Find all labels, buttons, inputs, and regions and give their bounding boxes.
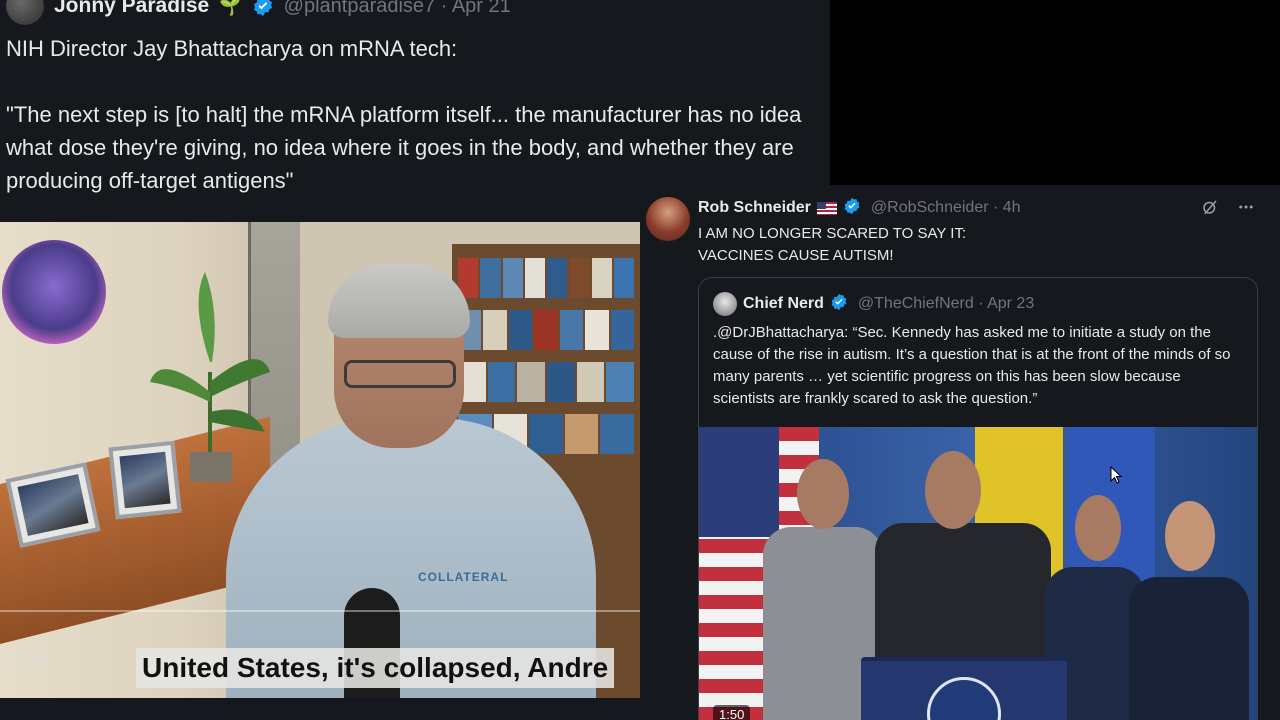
avatar[interactable] <box>6 0 44 25</box>
photo-frame <box>108 440 182 520</box>
author-name[interactable]: Rob Schneider <box>698 199 811 217</box>
more-options-icon[interactable] <box>1236 197 1256 217</box>
verified-badge-icon <box>843 197 865 219</box>
podium <box>861 657 1067 720</box>
video-timestamp: 3:20 <box>8 650 47 672</box>
video-person-head <box>1075 495 1121 561</box>
video-progress-bar[interactable] <box>0 610 640 612</box>
hhs-seal-icon <box>927 677 1001 720</box>
video-caption: United States, it's collapsed, Andre <box>136 648 615 688</box>
verified-badge-icon <box>830 293 852 315</box>
video-timestamp: 1:50 <box>713 705 751 720</box>
avatar[interactable] <box>713 292 737 316</box>
quoted-tweet[interactable]: Chief Nerd @TheChiefNerd · Apr 23 .@DrJB… <box>698 277 1258 720</box>
us-flag-icon <box>816 201 837 215</box>
author-name[interactable]: Chief Nerd <box>743 295 824 313</box>
tweet-actions <box>1200 197 1256 217</box>
right-tweet: Rob Schneider @RobSchneider · 4h I AM NO… <box>640 185 1280 720</box>
quoted-tweet-header: Chief Nerd @TheChiefNerd · Apr 23 <box>713 292 1034 316</box>
mouse-cursor-icon <box>1110 466 1123 484</box>
sprout-icon: 🌱 <box>219 0 242 16</box>
hoodie-text: COLLATERAL <box>418 570 509 584</box>
left-tweet-header: Jonny Paradise 🌱 @plantparadise7 · Apr 2… <box>6 0 511 25</box>
verified-badge-icon <box>252 0 274 17</box>
video-person-head <box>797 459 849 529</box>
video-player[interactable]: COLLATERAL 3:20 United States, it's coll… <box>0 222 640 698</box>
handle-and-time[interactable]: @plantparadise7 · Apr 21 <box>284 0 511 18</box>
grok-icon[interactable] <box>1200 197 1220 217</box>
video-speaker-head <box>925 451 981 529</box>
tweet-text: I AM NO LONGER SCARED TO SAY IT: VACCINE… <box>698 225 967 264</box>
quoted-tweet-text: .@DrJBhattacharya: “Sec. Kennedy has ask… <box>713 324 1231 407</box>
tweet-text: NIH Director Jay Bhattacharya on mRNA te… <box>6 36 802 193</box>
handle-and-time[interactable]: @RobSchneider · 4h <box>871 199 1021 217</box>
right-tweet-header: Rob Schneider @RobSchneider · 4h <box>698 197 1021 219</box>
author-name[interactable]: Jonny Paradise <box>54 0 209 18</box>
video-person <box>1129 577 1249 720</box>
avatar[interactable] <box>646 197 690 241</box>
handle-and-time[interactable]: @TheChiefNerd · Apr 23 <box>858 295 1034 313</box>
video-person-head <box>1165 501 1215 571</box>
channel-logo <box>2 240 106 344</box>
video-speaker: COLLATERAL <box>200 258 600 698</box>
video-player[interactable]: 1:50 <box>699 427 1257 720</box>
